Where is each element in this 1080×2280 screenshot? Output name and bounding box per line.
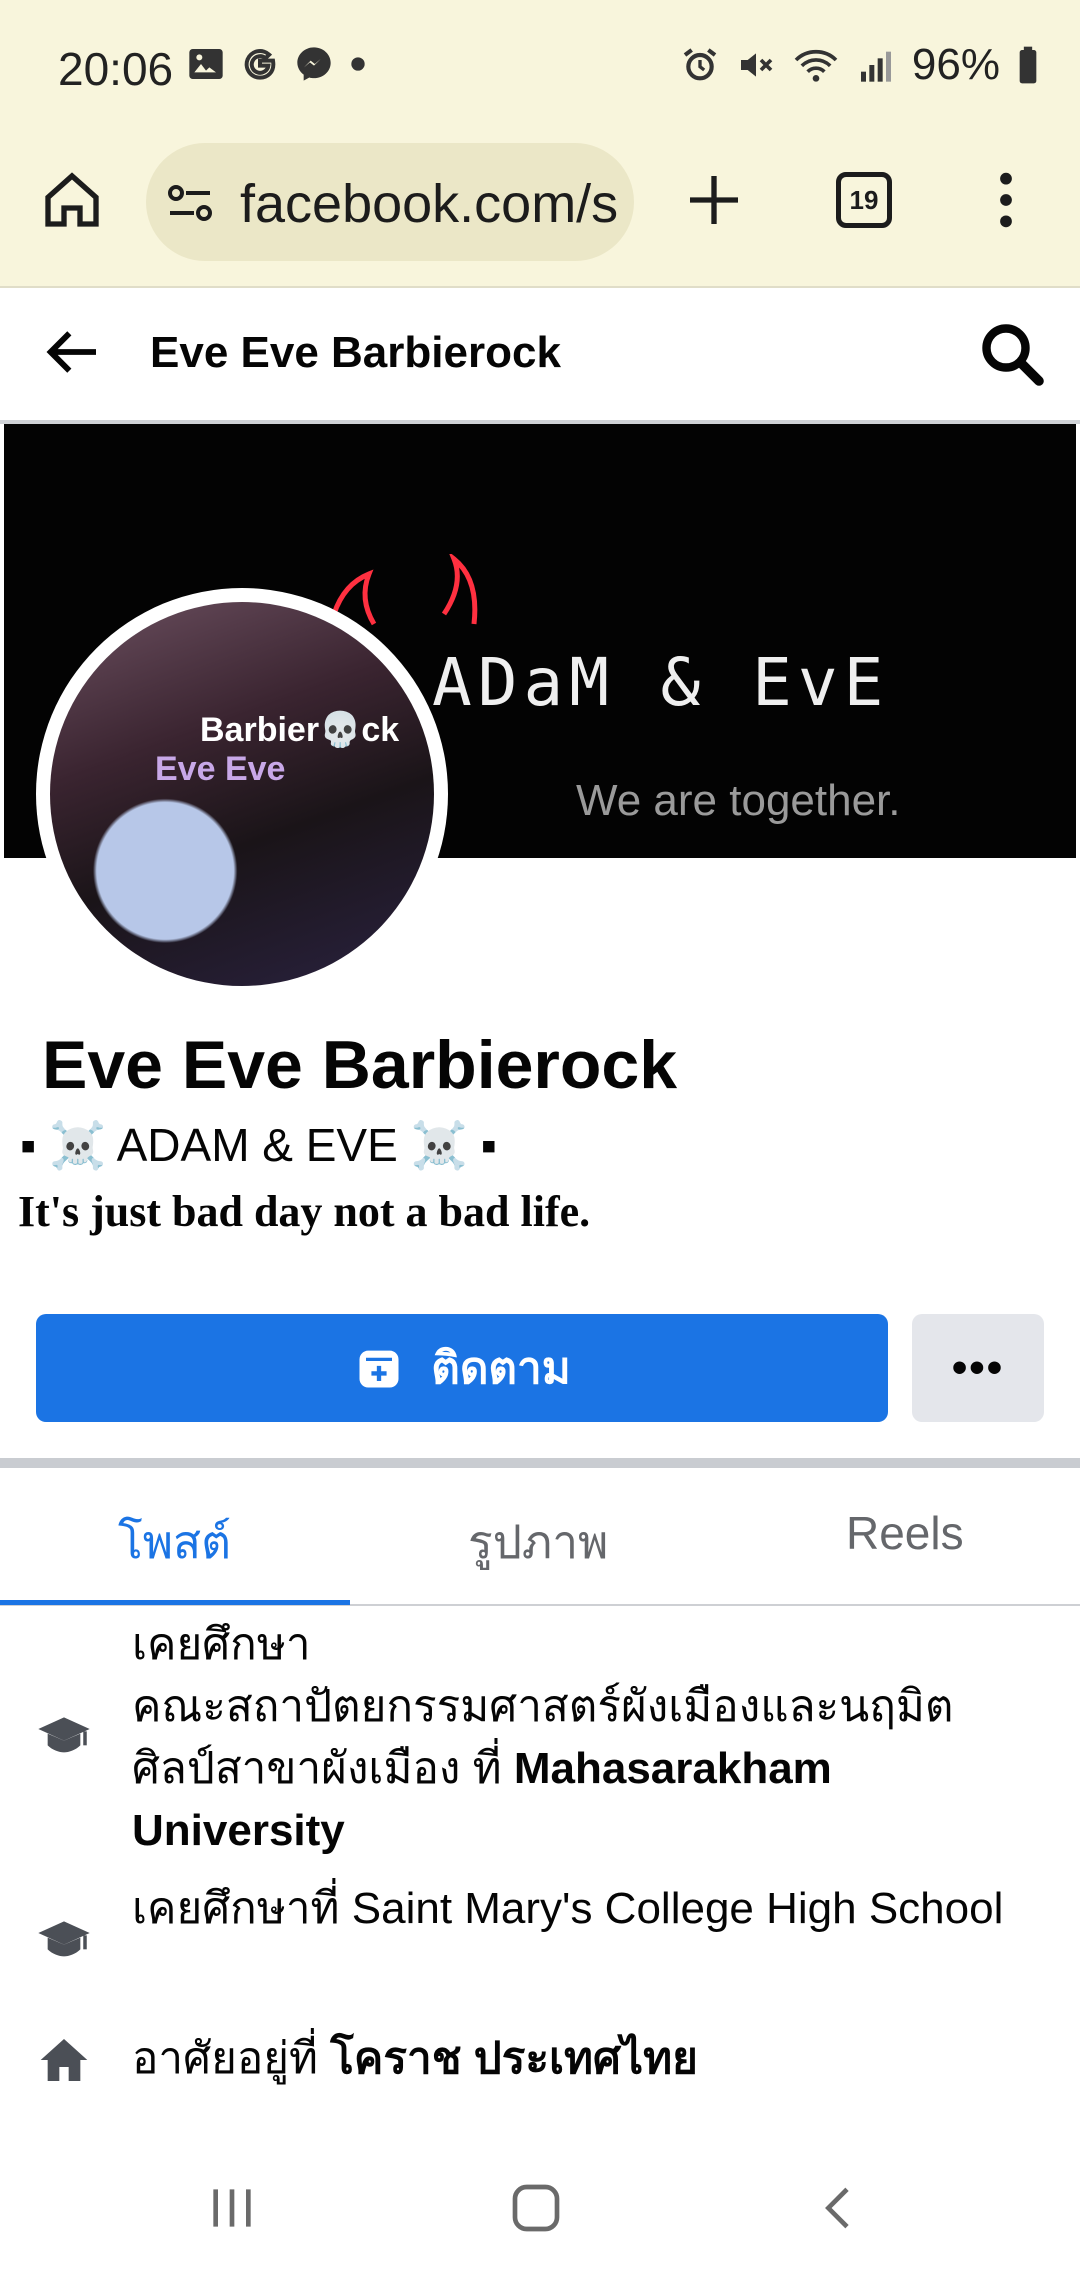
- recent-apps-icon[interactable]: [202, 2180, 262, 2236]
- home-nav-icon[interactable]: [506, 2180, 566, 2236]
- education-2-text: เคยศึกษาที่ Saint Mary's College High Sc…: [132, 1884, 1004, 1933]
- search-button[interactable]: [976, 318, 1048, 390]
- back-arrow-icon: [46, 331, 96, 373]
- status-time: 20:06: [58, 43, 174, 95]
- profile-picture-image: Barbier💀ck Eve Eve: [50, 602, 434, 986]
- cover-title: ADaM & EvE: [432, 644, 890, 721]
- kebab-menu-icon: [1000, 172, 1012, 228]
- graduation-cap-icon: [38, 1717, 90, 1753]
- battery-icon: [1019, 46, 1037, 84]
- gallery-icon: [189, 49, 223, 79]
- address-bar[interactable]: facebook.com/s: [146, 143, 634, 261]
- education-item-1: เคยศึกษา คณะสถาปัตยกรรมศาสตร์ผังเมืองและ…: [0, 1614, 1080, 1855]
- site-settings-icon[interactable]: [166, 183, 214, 223]
- plus-icon: [690, 176, 738, 224]
- home-button[interactable]: [40, 168, 104, 232]
- system-nav-bar: [0, 2136, 1080, 2280]
- follow-button[interactable]: ติดตาม: [36, 1314, 888, 1422]
- more-options-button[interactable]: •••: [912, 1314, 1044, 1422]
- profile-name: Eve Eve Barbierock: [42, 1027, 678, 1103]
- cover-subtitle: We are together.: [576, 776, 901, 825]
- google-icon: [244, 49, 276, 80]
- more-label: •••: [951, 1343, 1005, 1392]
- back-nav-icon[interactable]: [810, 2180, 870, 2236]
- status-left-icons: [186, 44, 368, 84]
- tab-posts[interactable]: โพสต์: [118, 1506, 231, 1579]
- tab-switcher-button[interactable]: 19: [836, 172, 892, 228]
- new-tab-button[interactable]: [682, 168, 746, 232]
- graduation-cap-icon: [38, 1921, 90, 1957]
- profile-tabs: โพสต์ รูปภาพ Reels: [0, 1468, 1080, 1606]
- lives-in-place[interactable]: โคราช ประเทศไทย: [330, 2034, 698, 2083]
- back-button[interactable]: [40, 320, 104, 384]
- tab-reels[interactable]: Reels: [846, 1506, 964, 1560]
- avatar-overlay-text-1: Barbier💀ck: [200, 711, 400, 749]
- active-tab-indicator: [0, 1600, 350, 1605]
- url-text: facebook.com/s: [240, 174, 619, 234]
- search-icon: [982, 324, 1044, 386]
- avatar-overlay-text-2: Eve Eve: [155, 750, 286, 788]
- lives-in-item: อาศัยอยู่ที่ โคราช ประเทศไทย: [0, 2028, 1080, 2098]
- tab-count: 19: [849, 184, 879, 215]
- home-icon: [45, 172, 99, 227]
- tab-photos[interactable]: รูปภาพ: [468, 1506, 608, 1579]
- bio-line-2: It's just bad day not a bad life.: [18, 1187, 591, 1236]
- signal-icon: [860, 51, 891, 82]
- home-icon: [40, 2039, 88, 2081]
- lives-in-prefix: อาศัยอยู่ที่: [132, 2034, 331, 2083]
- profile-picture[interactable]: Barbier💀ck Eve Eve: [36, 588, 448, 1000]
- follow-icon: [359, 1350, 399, 1388]
- education-1-prefix: เคยศึกษา: [132, 1620, 311, 1669]
- dot-icon: [351, 57, 365, 71]
- wifi-icon: [794, 49, 838, 82]
- alarm-icon: [683, 48, 717, 81]
- header-title: Eve Eve Barbierock: [150, 328, 561, 377]
- section-divider: [0, 1458, 1080, 1468]
- status-right-icons: 96%: [680, 40, 1040, 90]
- mute-icon: [740, 53, 773, 77]
- messenger-icon: [297, 47, 331, 81]
- battery-percent: 96%: [911, 40, 1000, 89]
- follow-label: ติดตาม: [431, 1344, 571, 1393]
- bio-line-1: ▪ ☠️ ADAM & EVE ☠️ ▪: [20, 1119, 497, 1171]
- education-item-2: เคยศึกษาที่ Saint Mary's College High Sc…: [0, 1878, 1080, 2008]
- browser-menu-button[interactable]: [986, 168, 1026, 232]
